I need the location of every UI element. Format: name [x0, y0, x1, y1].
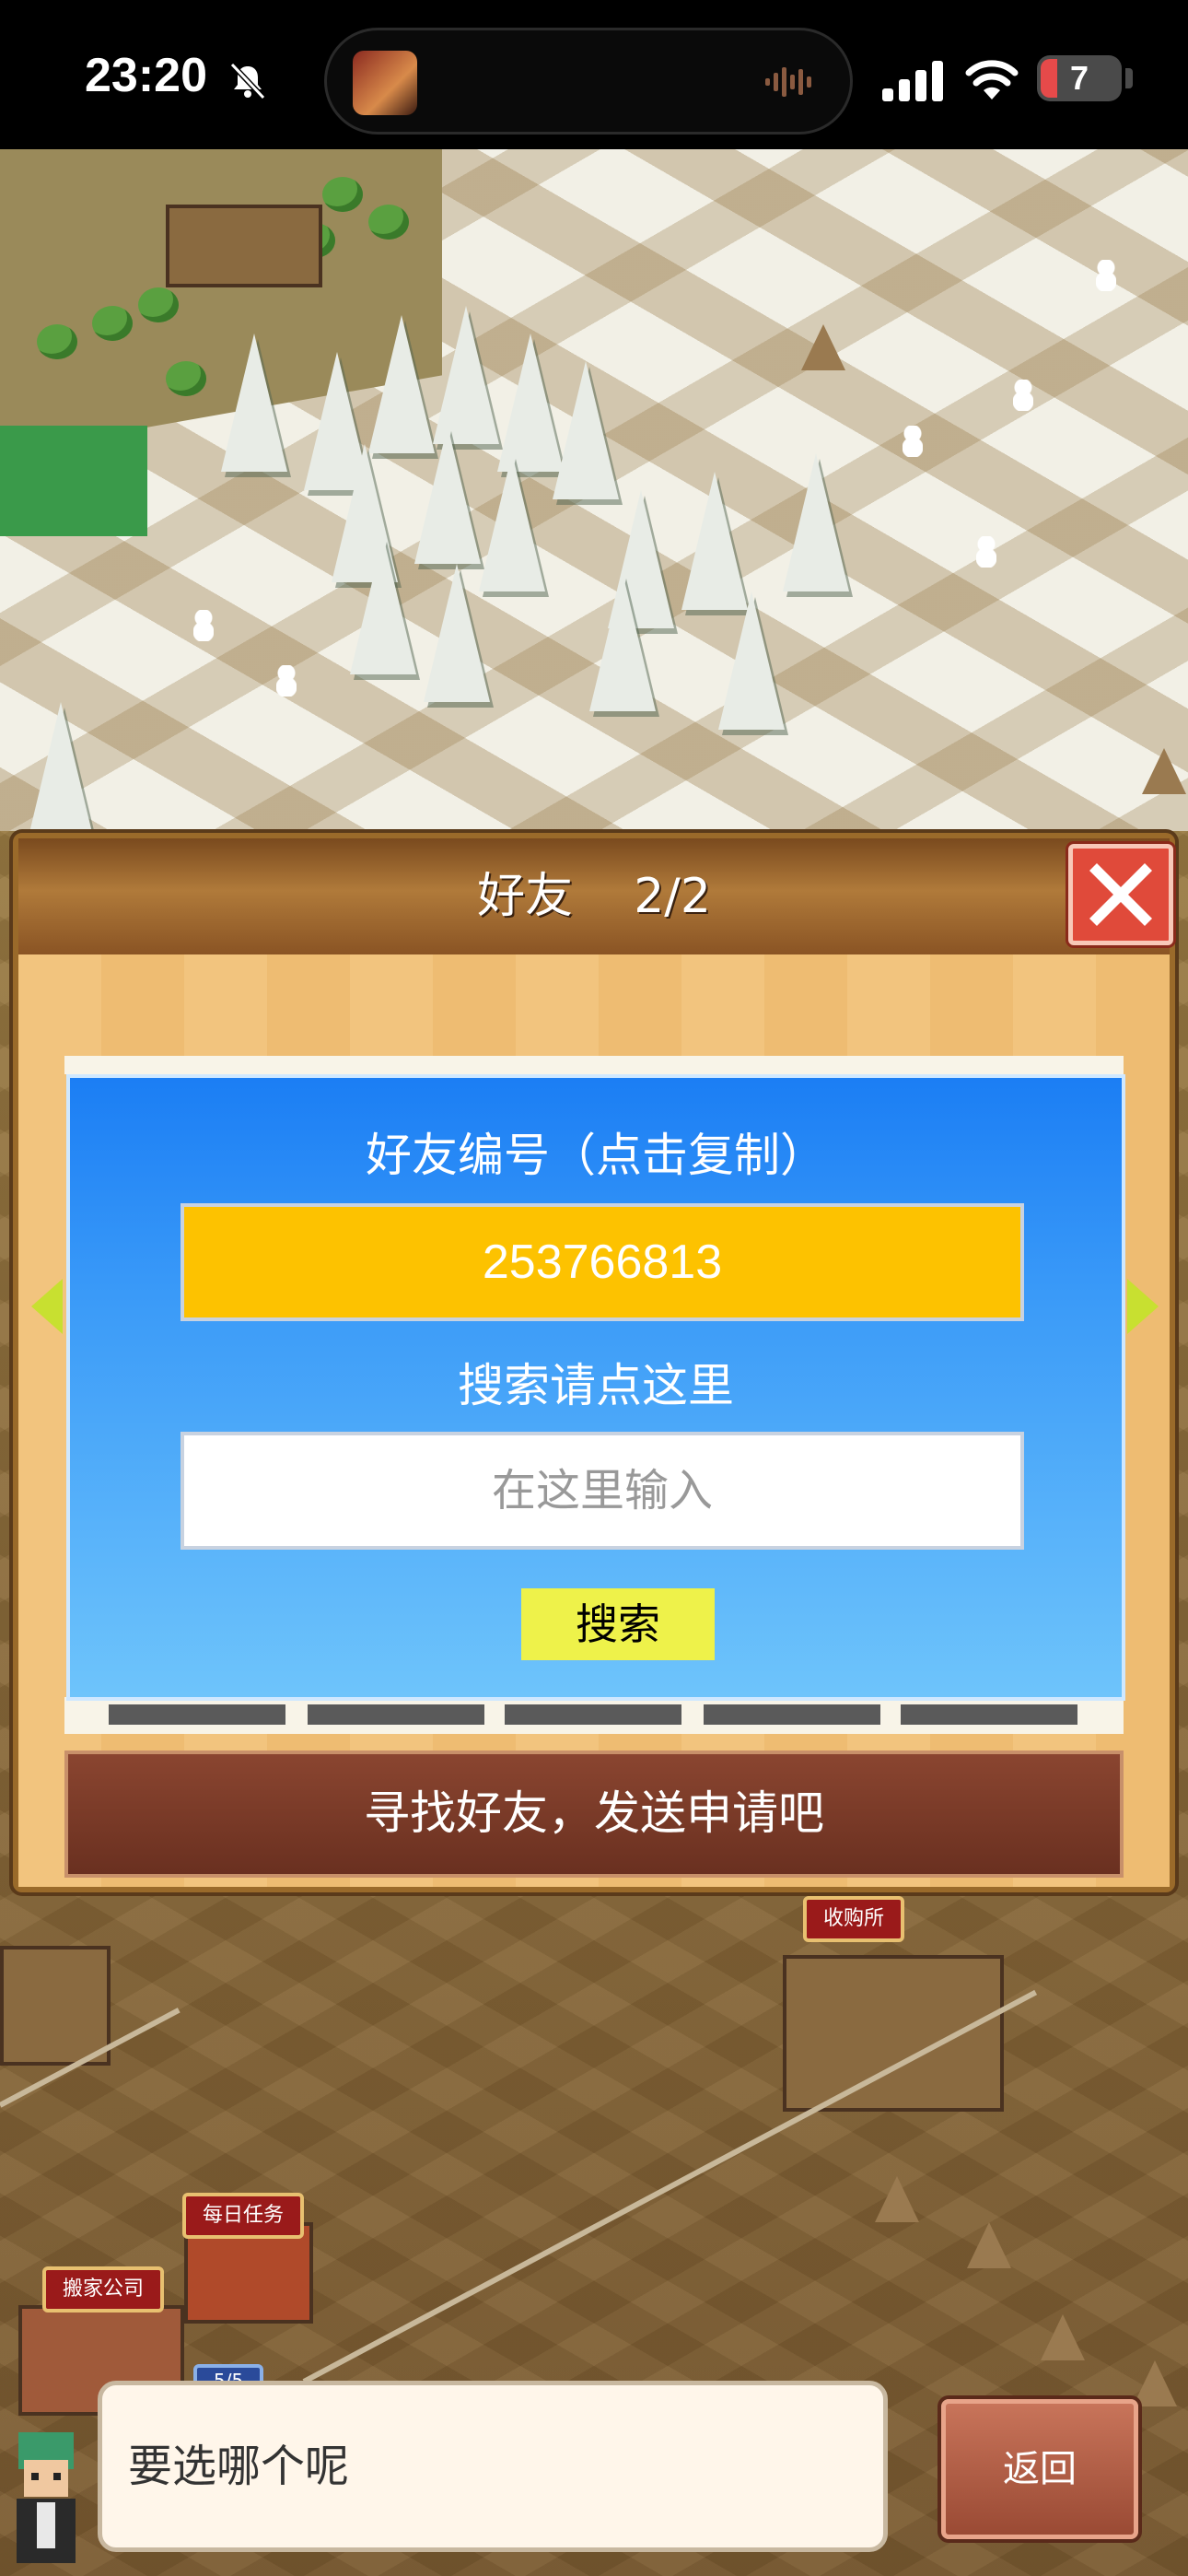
battery-icon: 7 — [1037, 55, 1122, 101]
snow-tree — [433, 306, 499, 444]
app-avatar[interactable] — [353, 51, 417, 115]
status-time: 23:20 — [85, 49, 207, 102]
snowman — [1013, 380, 1033, 411]
fence — [302, 1989, 1038, 2384]
snow-tree — [350, 536, 416, 674]
search-label: 搜索请点这里 — [458, 1359, 734, 1412]
friend-slot[interactable] — [109, 1704, 285, 1725]
snow-tree — [28, 702, 94, 840]
bush — [92, 306, 133, 341]
snowman — [1096, 260, 1116, 291]
rock — [1041, 2314, 1085, 2360]
friends-dialog: 好友 2/2 好友编号（点击复制） 253766813 搜索请点这里 在这里输入… — [13, 833, 1175, 1892]
bush — [166, 361, 206, 396]
snow-tree — [718, 591, 785, 730]
prev-page-arrow-icon[interactable] — [31, 1279, 63, 1334]
friend-slot-strip — [64, 1697, 1124, 1734]
close-icon — [1089, 863, 1152, 926]
battery-level: 7 — [1069, 59, 1089, 97]
bush — [37, 324, 77, 359]
shop-building[interactable] — [783, 1955, 1004, 2112]
bush — [138, 287, 179, 322]
snow-tree — [414, 426, 481, 564]
speech-text: 要选哪个呢 — [128, 2441, 350, 2492]
friend-slot[interactable] — [505, 1704, 681, 1725]
snow-tree — [221, 334, 287, 472]
snow-tree — [424, 564, 490, 702]
search-button[interactable]: 搜索 — [521, 1588, 715, 1660]
snow-tree — [681, 472, 748, 610]
bush — [368, 205, 409, 240]
status-bar: 23:20 7 — [0, 0, 1188, 149]
friend-id-copy-button[interactable]: 253766813 — [181, 1203, 1024, 1321]
audio-waveform-icon — [765, 67, 811, 97]
rock — [801, 324, 845, 370]
friend-slot-strip-top — [64, 1056, 1124, 1074]
back-button[interactable]: 返回 — [941, 2399, 1138, 2539]
friend-slot[interactable] — [901, 1704, 1077, 1725]
snow-tree — [589, 573, 656, 711]
cellular-signal-icon — [882, 61, 943, 101]
friend-search-panel: 好友编号（点击复制） 253766813 搜索请点这里 在这里输入 搜索 — [66, 1074, 1125, 1701]
close-button[interactable] — [1068, 844, 1173, 945]
dialog-header: 好友 2/2 — [18, 838, 1173, 954]
bush — [322, 177, 363, 212]
search-input[interactable]: 在这里输入 — [181, 1432, 1024, 1550]
find-friends-banner: 寻找好友，发送申请吧 — [64, 1751, 1124, 1878]
map-sign-daily-tasks[interactable]: 每日任务 — [182, 2193, 305, 2239]
bell-slash-icon — [229, 62, 266, 100]
friend-slot[interactable] — [704, 1704, 880, 1725]
green-field — [0, 426, 147, 536]
warehouse-building[interactable] — [166, 205, 322, 287]
house-building[interactable] — [0, 1946, 111, 2066]
battery-tip — [1125, 68, 1133, 88]
friend-slot[interactable] — [308, 1704, 484, 1725]
snow-tree — [553, 361, 619, 499]
snowman — [193, 610, 214, 641]
snowman — [903, 426, 923, 457]
wifi-icon — [965, 60, 1019, 100]
speech-box: 要选哪个呢 — [98, 2381, 888, 2552]
snowman — [276, 665, 297, 697]
character-avatar — [17, 2432, 76, 2563]
snowman — [976, 536, 996, 568]
friend-id-label: 好友编号（点击复制） — [366, 1129, 826, 1182]
map-sign-shop[interactable]: 收购所 — [803, 1896, 905, 1942]
rock — [1142, 748, 1186, 794]
dialog-title: 好友 2/2 — [477, 869, 711, 924]
rock — [1133, 2360, 1177, 2406]
dynamic-island — [324, 28, 853, 135]
rock — [967, 2222, 1011, 2268]
next-page-arrow-icon[interactable] — [1127, 1279, 1159, 1334]
rock — [875, 2176, 919, 2222]
snow-tree — [783, 453, 849, 591]
map-sign-moving-company[interactable]: 搬家公司 — [42, 2266, 165, 2313]
